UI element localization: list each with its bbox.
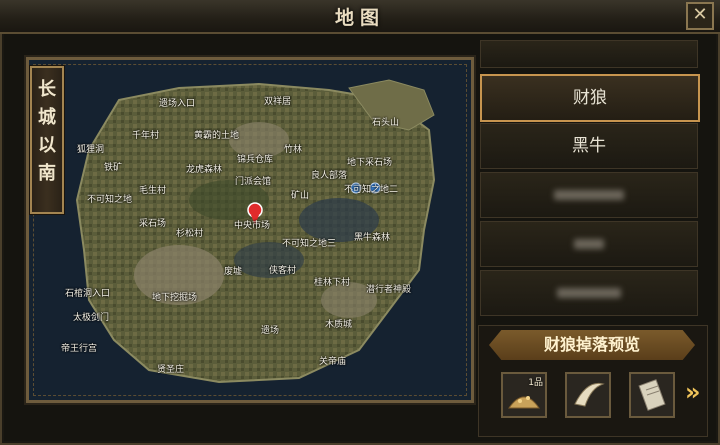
map-label: 太极剑门 (73, 313, 110, 323)
item-slot[interactable] (629, 372, 675, 418)
monster-item-hidden[interactable] (480, 172, 698, 218)
map-label: 地下采石场 (347, 158, 393, 168)
map-label: 不可知之地二 (344, 185, 399, 195)
banner-char: 城 (38, 107, 56, 128)
map-label: 侠客村 (269, 266, 297, 276)
scroll-icon (638, 379, 666, 411)
map-label: 竹林 (284, 145, 303, 155)
blurred-text (574, 239, 604, 249)
item-slot[interactable] (565, 372, 611, 418)
item-slot[interactable]: 1品 (501, 372, 547, 418)
item-quantity: 1品 (528, 378, 543, 388)
world-map[interactable]: 遗场入口 双祥居 狐狸洞 千年村 黄霸的土地 竹林 石头山 铁矿 龙虎森林 锦兵… (26, 57, 474, 403)
window-title: 地图 (334, 7, 385, 29)
map-label: 门派会馆 (235, 177, 272, 187)
map-label: 帝王行宫 (61, 344, 98, 354)
map-label: 石棺洞入口 (65, 289, 111, 299)
monster-item-hidden[interactable] (480, 221, 698, 267)
monster-item-hidden[interactable] (480, 270, 698, 316)
horn-icon (574, 382, 605, 407)
monster-name: 财狼 (573, 88, 607, 108)
map-label: 狐狸洞 (77, 145, 105, 155)
map-label: 木质城 (325, 320, 353, 330)
map-label: 贤圣庄 (157, 365, 185, 375)
map-label: 废墟 (224, 267, 243, 277)
map-label: 采石场 (139, 219, 167, 229)
map-label: 中央市场 (234, 221, 271, 231)
map-label: 千年村 (132, 131, 160, 141)
close-button[interactable]: ✕ (686, 2, 714, 30)
map-label: 锦兵仓库 (237, 155, 274, 165)
blurred-text (554, 190, 624, 200)
map-label: 石头山 (372, 118, 400, 128)
map-label: 矿山 (291, 191, 310, 201)
map-label: 黑牛森林 (354, 233, 391, 243)
drop-preview-title: 财狼掉落预览 (489, 330, 695, 360)
drop-preview-panel: 财狼掉落预览 1品 » (478, 325, 708, 437)
map-label: 不可知之地三 (282, 239, 337, 249)
blurred-text (557, 288, 621, 298)
map-label: 龙虎森林 (186, 165, 223, 175)
map-label: 良人部落 (311, 171, 348, 181)
map-label: 黄霸的土地 (194, 131, 240, 141)
monster-item-selected[interactable]: 财狼 (480, 74, 700, 122)
banner-char: 以 (38, 135, 56, 156)
banner-char: 南 (38, 163, 56, 184)
monster-name: 黑牛 (572, 136, 606, 156)
map-label: 遗场入口 (159, 99, 196, 109)
map-label: 桂林下村 (314, 278, 351, 288)
map-label: 双祥居 (264, 97, 292, 107)
map-label: 潜行者神殿 (366, 285, 412, 295)
map-label: 遗场 (261, 326, 280, 336)
map-label: 铁矿 (104, 163, 123, 173)
monster-item[interactable]: 黑牛 (480, 123, 698, 169)
map-label: 关帝庙 (319, 357, 347, 367)
map-label: 杉松村 (176, 229, 204, 239)
map-label: 不可知之地 (87, 195, 133, 205)
map-window: 地图 ✕ 遗场入口 双祥居 狐狸洞 千年村 黄霸的土地 竹林 石头山 铁矿 龙虎… (0, 0, 720, 445)
double-chevron-right-icon[interactable]: » (685, 378, 701, 406)
map-label: 毛生村 (139, 186, 167, 196)
banner-char: 长 (38, 79, 56, 100)
title-bar: 地图 ✕ (0, 0, 720, 34)
region-banner: 长 城 以 南 (30, 66, 64, 214)
list-item[interactable] (480, 40, 698, 68)
map-label: 地下挖掘场 (152, 293, 198, 303)
